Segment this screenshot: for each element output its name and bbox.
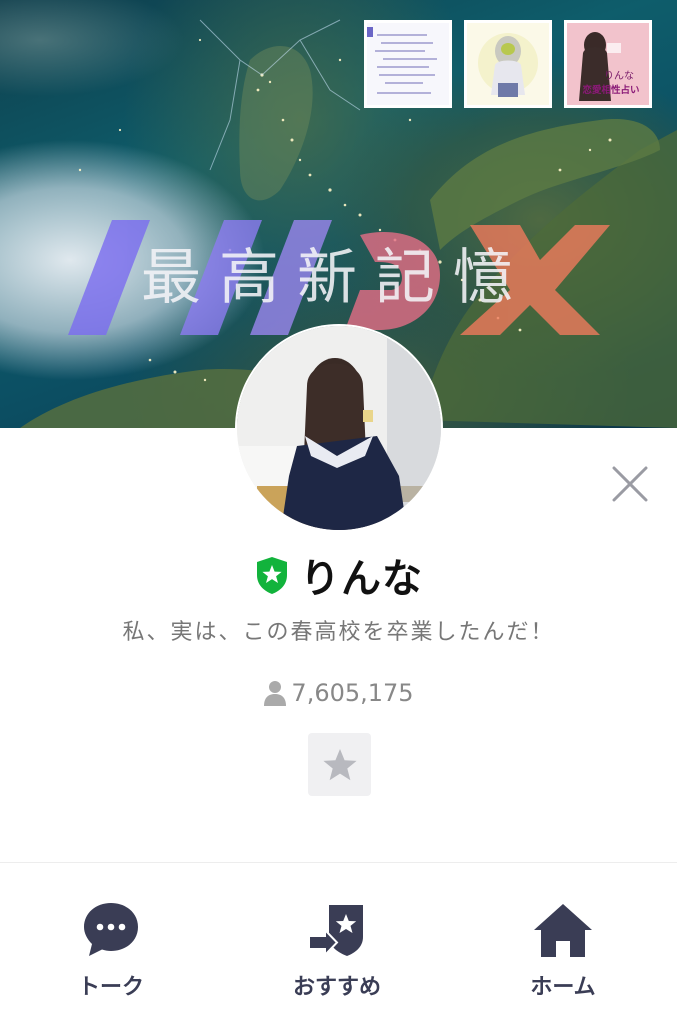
cover-headline: 最高新記憶 (141, 243, 531, 313)
favorite-button[interactable] (308, 733, 371, 796)
illustration-thumbnail-image (467, 23, 549, 105)
status-message: 私、実は、この春高校を卒業したんだ！ (122, 620, 555, 645)
cover-thumbnail-note[interactable] (364, 20, 452, 108)
friend-count-row: 7,605,175 (0, 676, 677, 710)
promo-caption-line1: りんな (604, 70, 634, 82)
star-icon (322, 748, 357, 780)
home-icon (534, 904, 592, 957)
close-button[interactable] (606, 460, 654, 508)
profile-screen: 最高新記憶 りんな 恋愛相性占い りんな 私、実は、この春高校を卒業したんだ！ … (0, 0, 677, 1024)
close-x-icon (612, 466, 648, 502)
note-thumbnail-image (367, 23, 449, 105)
profile-actions: トーク おすすめ ホーム (0, 863, 677, 1024)
speech-bubble-icon (84, 903, 138, 956)
cover-thumbnail-illustration[interactable] (464, 20, 552, 108)
cover-thumbnail-promo[interactable]: りんな 恋愛相性占い (564, 20, 652, 108)
profile-avatar[interactable] (237, 326, 441, 530)
talk-button[interactable]: トーク (31, 899, 191, 1009)
home-label: ホーム (530, 975, 596, 1000)
promo-caption-line2: 恋愛相性占い (582, 84, 639, 96)
talk-label: トーク (77, 975, 144, 1000)
recommend-label: おすすめ (292, 975, 381, 1000)
friend-count: 7,605,175 (291, 679, 414, 707)
person-icon (264, 681, 287, 706)
recommend-share-icon (308, 905, 363, 958)
profile-name-row: りんな (0, 545, 677, 605)
profile-name: りんな (300, 556, 423, 602)
avatar-photo (237, 326, 441, 530)
recommend-button[interactable]: おすすめ (257, 899, 417, 1009)
promo-thumbnail-image: りんな 恋愛相性占い (567, 23, 649, 105)
home-button[interactable]: ホーム (483, 899, 643, 1009)
official-shield-star-icon (257, 557, 287, 594)
